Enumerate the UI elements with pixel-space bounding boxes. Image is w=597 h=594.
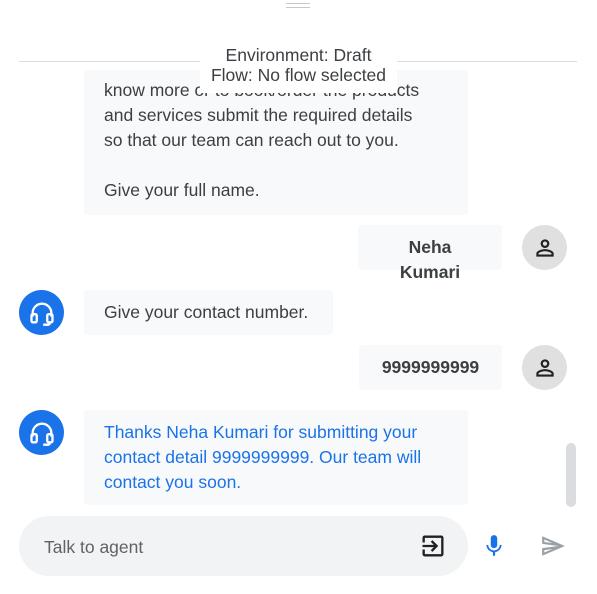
message-line: so that our team can reach out to you. xyxy=(104,130,399,150)
agent-avatar xyxy=(19,290,64,335)
message-text: Give your contact number. xyxy=(104,302,309,322)
mic-icon xyxy=(486,535,502,556)
message-line: contact you soon. xyxy=(104,472,242,492)
exit-to-app-icon xyxy=(422,535,444,557)
dialogflow-simulator: know more or to book/order the products … xyxy=(0,0,597,594)
message-line xyxy=(104,153,448,178)
person-icon xyxy=(535,238,554,257)
message-composer xyxy=(19,516,468,578)
user-avatar xyxy=(522,345,567,390)
agent-avatar xyxy=(19,410,64,455)
headset-icon xyxy=(29,422,54,446)
flow-label: Flow: No flow selected xyxy=(210,65,387,85)
headset-icon xyxy=(29,302,54,326)
environment-label: Environment: Draft xyxy=(225,45,372,65)
person-icon xyxy=(535,358,554,377)
send-icon xyxy=(542,536,565,556)
header-titles: Environment: Draft Flow: No flow selecte… xyxy=(200,44,397,93)
message-line: Give your full name. xyxy=(104,180,260,200)
user-avatar xyxy=(522,225,567,270)
header-divider-right xyxy=(393,61,577,62)
message-line: contact detail 9999999999. Our team will xyxy=(104,447,422,467)
agent-message: Thanks Neha Kumari for submitting your c… xyxy=(84,410,468,505)
user-message: Neha Kumari xyxy=(358,225,502,282)
simulator-header: Environment: Draft Flow: No flow selecte… xyxy=(0,44,597,93)
talk-to-agent-input[interactable] xyxy=(42,516,406,578)
escalate-button[interactable] xyxy=(418,533,448,559)
header-divider-left xyxy=(19,61,204,62)
send-button[interactable] xyxy=(539,532,567,560)
mic-button[interactable] xyxy=(480,532,508,560)
message-text: 9999999999 xyxy=(381,357,480,377)
agent-message: Give your contact number. xyxy=(84,290,333,335)
user-message: 9999999999 xyxy=(359,345,502,390)
message-line: and services submit the required details xyxy=(104,105,413,125)
message-text: Neha Kumari xyxy=(399,237,461,282)
message-line: Thanks Neha Kumari for submitting your xyxy=(104,422,418,442)
chat-scrollbar[interactable] xyxy=(566,443,576,507)
